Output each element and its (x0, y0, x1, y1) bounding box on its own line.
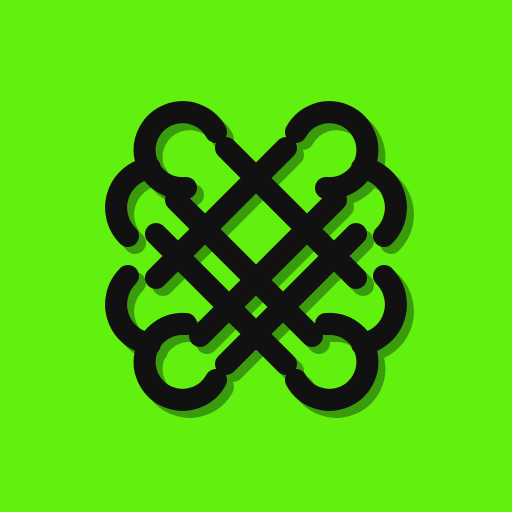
four-leaf-clover-knot-icon (0, 0, 512, 512)
app-icon (0, 0, 512, 512)
icon-background (0, 0, 512, 512)
